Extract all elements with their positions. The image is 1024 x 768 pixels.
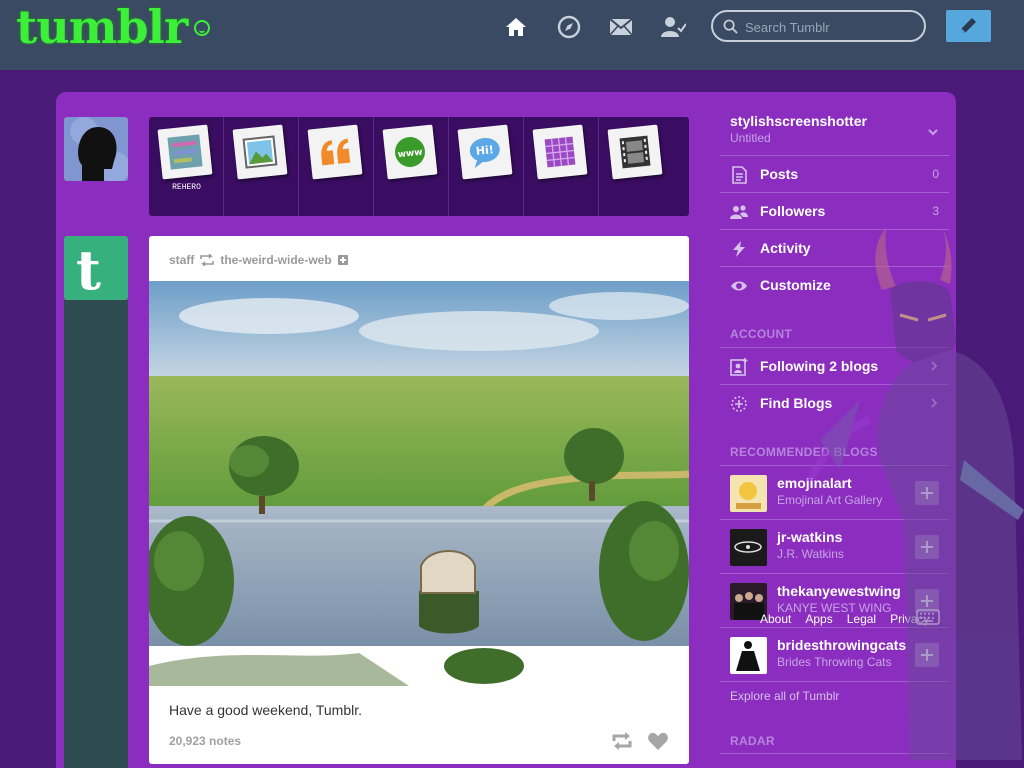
blog-title: Emojinal Art Gallery [777,493,883,507]
following-icon [730,358,748,376]
sidebar-item-following[interactable]: Following 2 blogs [720,347,949,384]
recommended-blog[interactable]: emojinalart Emojinal Art Gallery [720,465,949,519]
footer-link-apps[interactable]: Apps [805,612,832,626]
divider [720,753,949,754]
follow-plus-icon[interactable] [337,255,348,265]
staff-avatar[interactable]: t [64,236,128,302]
eye-icon [731,281,747,291]
compose-button[interactable] [946,10,991,42]
explore-all-link[interactable]: Explore all of Tumblr [730,689,839,703]
sidebar-item-label: Posts [760,166,799,182]
reblogged-from-link[interactable]: the-weird-wide-web [220,253,331,267]
blog-name[interactable]: emojinalart [777,475,852,491]
chat-icon: Hi! [457,124,513,180]
pencil-icon [961,18,976,33]
sidebar-item-find-blogs[interactable]: Find Blogs [720,384,949,421]
post-caption: Have a good weekend, Tumblr. [169,702,363,718]
post-actions [611,730,669,752]
post-type-text[interactable]: REHERO [149,117,224,216]
sidebar-item-label: Customize [760,277,831,293]
follow-blog-button[interactable] [915,481,939,505]
audio-icon [532,124,588,180]
dashboard-post: staff the-weird-wide-web Have a good wee… [149,236,689,764]
divider [720,681,949,682]
post-type-audio[interactable] [524,117,599,216]
follow-blog-button[interactable] [915,643,939,667]
search-icon [723,19,738,34]
sidebar-item-customize[interactable]: Customize [720,266,949,303]
blog-name[interactable]: thekanyewestwing [777,583,901,599]
account-icon[interactable] [660,14,687,40]
recommended-blog[interactable]: jr-watkins J.R. Watkins [720,519,949,573]
footer-links: About Apps Legal Privacy [760,612,929,626]
post-type-video[interactable] [599,117,674,216]
reblog-small-icon [200,254,215,266]
chevron-right-icon [931,398,938,408]
post-type-chat[interactable]: Hi! [449,117,524,216]
logo-smiley-icon [194,20,210,36]
sidebar-item-followers[interactable]: Followers 3 [720,192,949,229]
sidebar-item-label: Following 2 blogs [760,358,879,374]
right-sidebar: stylishscreenshotter Untitled Posts 0 Fo… [720,92,949,768]
sidebar-item-activity[interactable]: Activity [720,229,949,266]
sidebar-blog-title: Untitled [730,131,771,145]
post-header: staff the-weird-wide-web [169,252,348,268]
sidebar-item-count: 3 [932,204,939,218]
sidebar-item-label: Followers [760,203,826,219]
sidebar-item-label: Activity [760,240,811,256]
home-icon[interactable] [503,14,529,40]
tumblr-logo[interactable]: tumblr [16,0,188,54]
avatar-sticky-strip [64,300,128,768]
video-icon [607,124,663,180]
like-heart-icon[interactable] [647,730,669,752]
post-type-caption: REHERO [172,183,201,192]
post-type-bar: REHERO www Hi! [149,117,689,216]
blog-name[interactable]: jr-watkins [777,529,842,545]
account-heading: ACCOUNT [730,327,793,341]
chevron-right-icon [931,361,938,371]
search-input[interactable] [745,18,915,36]
find-blogs-icon [731,396,747,412]
blog-title: J.R. Watkins [777,547,844,561]
radar-heading: RADAR [730,734,775,748]
search-bar[interactable] [711,10,926,42]
text-icon [157,124,213,180]
sidebar-item-posts[interactable]: Posts 0 [720,155,949,192]
post-type-photo[interactable] [224,117,299,216]
blog-avatar[interactable] [730,637,767,674]
top-bar: tumblr [0,0,1024,70]
my-avatar[interactable] [64,117,128,181]
quote-icon [307,124,363,180]
post-type-quote[interactable] [299,117,374,216]
posts-icon [732,166,747,184]
sidebar-item-count: 0 [932,167,939,181]
svg-text:Hi!: Hi! [475,143,494,158]
explore-icon[interactable] [556,14,582,40]
photo-icon [232,124,288,180]
sidebar-item-label: Find Blogs [760,395,833,411]
follow-blog-button[interactable] [915,535,939,559]
post-author-link[interactable]: staff [169,253,194,267]
recommended-blog[interactable]: bridesthrowingcats Brides Throwing Cats [720,627,949,681]
recommended-heading: RECOMMENDED BLOGS [730,445,878,459]
followers-icon [730,205,748,219]
chevron-down-icon[interactable] [927,126,939,138]
inbox-icon[interactable] [608,14,634,40]
link-icon: www [382,124,438,180]
footer-link-about[interactable]: About [760,612,791,626]
reblog-icon[interactable] [611,730,633,752]
blog-name[interactable]: bridesthrowingcats [777,637,906,653]
post-type-link[interactable]: www [374,117,449,216]
footer-link-legal[interactable]: Legal [847,612,876,626]
blog-avatar[interactable] [730,529,767,566]
post-image[interactable] [149,281,689,686]
blog-avatar[interactable] [730,475,767,512]
post-notes-count[interactable]: 20,923 notes [169,734,241,748]
activity-icon [733,241,745,257]
sidebar-blog-name[interactable]: stylishscreenshotter [730,113,867,129]
keyboard-shortcuts-icon[interactable] [916,609,940,625]
blog-title: Brides Throwing Cats [777,655,892,669]
